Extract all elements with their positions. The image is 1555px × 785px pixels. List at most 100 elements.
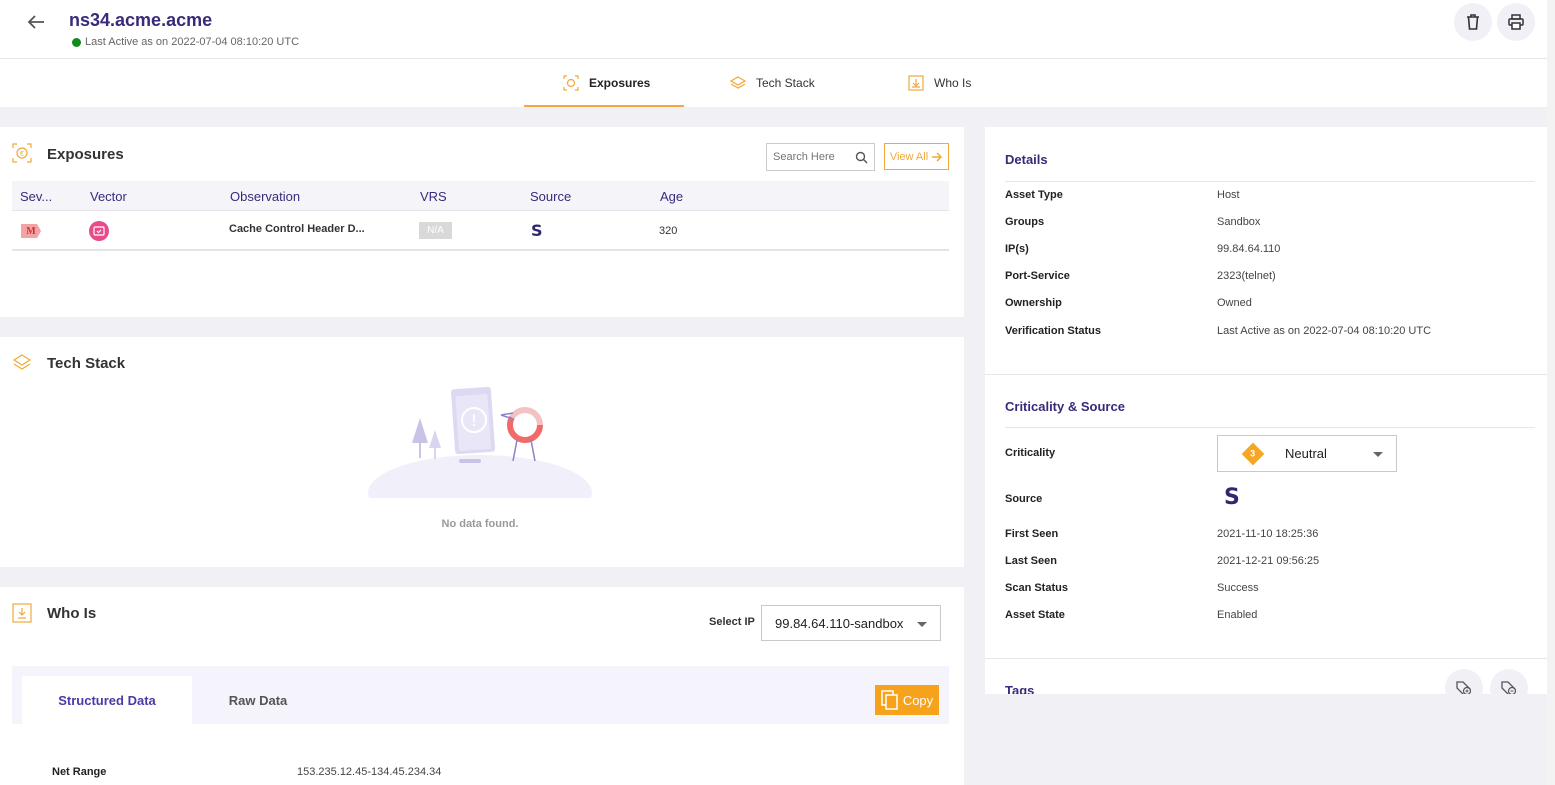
tab-label: Who Is <box>934 76 972 90</box>
tag-remove-icon <box>1501 681 1517 694</box>
layers-icon <box>12 354 32 370</box>
exposures-icon: € <box>12 143 32 163</box>
ips-label: IP(s) <box>1005 243 1029 255</box>
verification-status-value: Last Active as on 2022-07-04 08:10:20 UT… <box>1217 325 1432 337</box>
ownership-value: Owned <box>1217 297 1252 309</box>
ownership-label: Ownership <box>1005 297 1062 309</box>
source-logo-icon: S <box>531 221 543 240</box>
column-header-severity[interactable]: Sev... <box>20 189 52 204</box>
last-active-status: Last Active as on 2022-07-04 08:10:20 UT… <box>72 36 299 48</box>
tech-stack-title: Tech Stack <box>47 355 126 372</box>
last-seen-value: 2021-12-21 09:56:25 <box>1217 555 1320 567</box>
trash-icon <box>1467 14 1479 30</box>
tab-label: Exposures <box>589 76 651 90</box>
download-box-icon <box>908 75 924 91</box>
copy-button[interactable]: Copy <box>875 685 939 715</box>
delete-button[interactable] <box>1454 3 1492 41</box>
no-data-illustration-icon: ! <box>368 386 592 498</box>
last-seen-label: Last Seen <box>1005 555 1057 567</box>
who-is-title: Who Is <box>47 605 97 622</box>
scan-status-value: Success <box>1217 582 1259 594</box>
printer-icon <box>1508 14 1524 30</box>
first-seen-label: First Seen <box>1005 528 1059 540</box>
tags-section: Tags <box>985 659 1555 694</box>
who-is-tab-bar: Structured Data Raw Data <box>12 666 949 724</box>
criticality-level: 3 <box>1250 448 1256 459</box>
details-title: Details <box>1005 152 1048 167</box>
page-title: ns34.acme.acme <box>69 10 213 30</box>
tag-add-icon <box>1456 681 1472 694</box>
asset-state-value: Enabled <box>1217 609 1258 621</box>
asset-state-label: Asset State <box>1005 609 1065 621</box>
tab-exposures[interactable]: Exposures <box>524 59 684 107</box>
download-box-icon <box>12 603 32 623</box>
asset-type-value: Host <box>1217 189 1240 201</box>
vrs-badge: N/A <box>419 222 452 239</box>
criticality-label: Criticality <box>1005 447 1056 459</box>
copy-label: Copy <box>902 692 934 708</box>
web-shield-icon <box>89 221 109 241</box>
first-seen-value: 2021-11-10 18:25:36 <box>1217 528 1319 540</box>
criticality-level-icon: 3 <box>1241 442 1265 465</box>
tags-title: Tags <box>1005 683 1035 694</box>
remove-tag-button[interactable] <box>1490 669 1528 694</box>
svg-text:€: € <box>20 151 24 158</box>
view-all-label: View All <box>889 150 929 163</box>
column-header-observation[interactable]: Observation <box>230 189 300 204</box>
arrow-left-icon <box>27 15 44 29</box>
column-header-age[interactable]: Age <box>660 189 683 204</box>
table-row[interactable]: M Cache Control Header D... N/A S 320 <box>12 211 949 251</box>
groups-value: Sandbox <box>1217 216 1261 228</box>
severity-badge: M <box>21 224 41 238</box>
tab-structured-data[interactable]: Structured Data <box>22 676 192 724</box>
copy-icon <box>881 690 898 710</box>
column-header-vector[interactable]: Vector <box>90 189 127 204</box>
layers-icon <box>730 76 746 89</box>
column-header-source[interactable]: Source <box>530 189 571 204</box>
search-icon <box>855 151 868 163</box>
chevron-down-icon <box>1373 452 1383 457</box>
main-tab-bar: Exposures Tech Stack Who Is <box>0 59 1555 107</box>
arrow-right-icon <box>932 151 943 162</box>
table-header: Sev... Vector Observation VRS Source Age <box>12 181 949 211</box>
asset-type-label: Asset Type <box>1005 189 1063 201</box>
search-box[interactable] <box>766 143 875 171</box>
select-ip-value: 99.84.64.110-sandbox <box>775 615 904 631</box>
divider <box>1005 427 1535 428</box>
select-ip-label: Select IP <box>709 616 755 628</box>
divider <box>1005 181 1535 182</box>
page-header: ns34.acme.acme Last Active as on 2022-07… <box>0 0 1555 59</box>
chevron-down-icon <box>917 622 927 627</box>
criticality-dropdown[interactable]: 3 Neutral <box>1217 435 1397 472</box>
back-button[interactable] <box>24 10 48 34</box>
port-service-label: Port-Service <box>1005 270 1070 282</box>
tab-raw-data[interactable]: Raw Data <box>192 676 324 724</box>
last-active-text: Last Active as on 2022-07-04 08:10:20 UT… <box>85 36 300 48</box>
divider <box>985 374 1555 375</box>
scrollbar[interactable] <box>1547 0 1555 785</box>
age-cell: 320 <box>659 225 678 237</box>
tab-label: Tech Stack <box>756 76 815 90</box>
view-all-button[interactable]: View All <box>884 143 949 170</box>
add-tag-button[interactable] <box>1445 669 1483 694</box>
select-ip-dropdown[interactable]: 99.84.64.110-sandbox <box>761 605 941 641</box>
active-status-dot <box>72 37 81 47</box>
ips-value: 99.84.64.110 <box>1217 243 1281 255</box>
criticality-source-title: Criticality & Source <box>1005 399 1125 414</box>
criticality-value: Neutral <box>1285 446 1327 461</box>
source-label: Source <box>1005 493 1043 505</box>
scan-status-label: Scan Status <box>1005 582 1068 594</box>
no-data-text: No data found. <box>441 518 519 530</box>
print-button[interactable] <box>1497 3 1535 41</box>
exposures-title: Exposures <box>47 146 124 163</box>
net-range-value: 153.235.12.45-134.45.234.34 <box>297 766 442 778</box>
tab-tech-stack[interactable]: Tech Stack <box>730 59 815 107</box>
svg-text:!: ! <box>471 411 477 430</box>
observation-cell[interactable]: Cache Control Header D... <box>229 223 365 235</box>
search-input[interactable] <box>773 151 855 163</box>
port-service-value: 2323(telnet) <box>1217 270 1276 282</box>
tab-who-is[interactable]: Who Is <box>908 59 971 107</box>
groups-label: Groups <box>1005 216 1045 228</box>
column-header-vrs[interactable]: VRS <box>420 189 447 204</box>
net-range-label: Net Range <box>52 766 107 778</box>
